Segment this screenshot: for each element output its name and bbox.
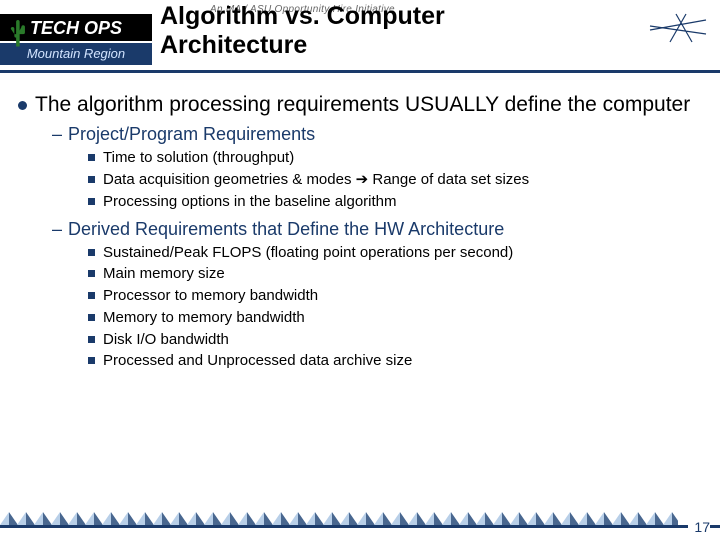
list-item: Sustained/Peak FLOPS (floating point ope… (88, 242, 702, 264)
list-item-text: Sustained/Peak FLOPS (floating point ope… (103, 242, 513, 264)
square-bullet-icon (88, 249, 95, 256)
sub-heading-1-text: Project/Program Requirements (68, 124, 315, 144)
square-bullet-icon (88, 176, 95, 183)
list-item: Processed and Unprocessed data archive s… (88, 350, 702, 372)
star-icon (648, 12, 708, 44)
title-line-2: Architecture (160, 31, 307, 59)
square-bullet-icon (88, 357, 95, 364)
slide-header: TECH OPS Mountain Region An MA / ASU Opp… (0, 0, 720, 78)
list-item-text: Time to solution (throughput) (103, 147, 294, 169)
sub-list-1: Time to solution (throughput) Data acqui… (88, 147, 702, 212)
list-item: Memory to memory bandwidth (88, 307, 702, 329)
list-item-text: Disk I/O bandwidth (103, 329, 229, 351)
list-item: Data acquisition geometries & modes ➔ Ra… (88, 169, 702, 191)
list-item-text: Processor to memory bandwidth (103, 285, 318, 307)
list-item: Processor to memory bandwidth (88, 285, 702, 307)
slide-footer: 17 (0, 510, 720, 540)
dash-icon: – (52, 219, 62, 239)
list-item: Disk I/O bandwidth (88, 329, 702, 351)
org-logo: TECH OPS Mountain Region (0, 0, 152, 78)
logo-top-text: TECH OPS (0, 14, 152, 43)
square-bullet-icon (88, 198, 95, 205)
list-item-text: Main memory size (103, 263, 225, 285)
title-line-1: Algorithm vs. Computer (160, 2, 445, 30)
list-item-text: Processing options in the baseline algor… (103, 191, 397, 213)
list-item-text: Data acquisition geometries & modes ➔ Ra… (103, 169, 529, 191)
list-item: Main memory size (88, 263, 702, 285)
list-item-text: Memory to memory bandwidth (103, 307, 305, 329)
cactus-icon (8, 20, 26, 50)
list-item: Time to solution (throughput) (88, 147, 702, 169)
slide-title: Algorithm vs. Computer Architecture (160, 2, 640, 60)
square-bullet-icon (88, 314, 95, 321)
sub-list-2: Sustained/Peak FLOPS (floating point ope… (88, 242, 702, 373)
main-bullet-text: The algorithm processing requirements US… (35, 92, 690, 118)
square-bullet-icon (88, 270, 95, 277)
square-bullet-icon (88, 292, 95, 299)
slide-content: The algorithm processing requirements US… (0, 78, 720, 372)
list-item-text: Processed and Unprocessed data archive s… (103, 350, 412, 372)
sub-heading-1: –Project/Program Requirements (52, 124, 702, 145)
square-bullet-icon (88, 154, 95, 161)
sub-heading-2: –Derived Requirements that Define the HW… (52, 219, 702, 240)
main-bullet: The algorithm processing requirements US… (18, 92, 702, 118)
sub-heading-2-text: Derived Requirements that Define the HW … (68, 219, 504, 239)
list-item: Processing options in the baseline algor… (88, 191, 702, 213)
header-divider (0, 70, 720, 73)
bullet-dot-icon (18, 101, 27, 110)
footer-divider (0, 525, 720, 528)
dash-icon: – (52, 124, 62, 144)
logo-top-label: TECH OPS (30, 18, 122, 38)
page-number: 17 (688, 519, 710, 535)
mountain-border-icon (0, 512, 678, 526)
square-bullet-icon (88, 336, 95, 343)
title-area: Algorithm vs. Computer Architecture (160, 0, 640, 68)
